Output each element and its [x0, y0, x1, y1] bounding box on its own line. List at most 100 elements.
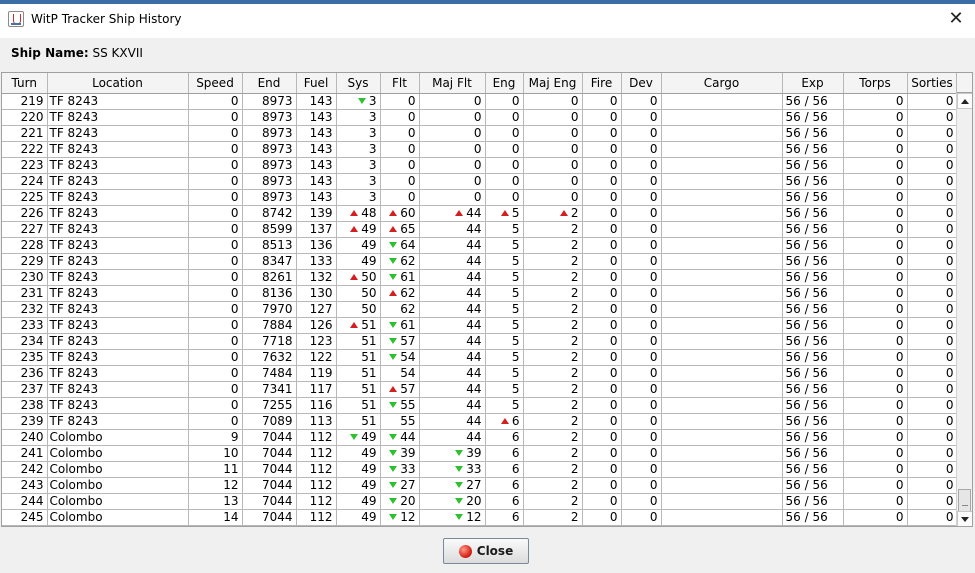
cell-value: 51 — [361, 397, 377, 412]
cell-fire: 0 — [582, 269, 622, 286]
table-row[interactable]: 235 TF 8243 0 7632 122 51 54 44 5 2 0 0 56 / 56 0 0 — [2, 349, 958, 366]
column-header-exp[interactable]: Exp — [782, 73, 844, 94]
cell-exp: 56 / 56 — [782, 509, 844, 526]
cell-torps: 0 — [843, 189, 908, 206]
close-button[interactable]: Close — [443, 538, 529, 564]
cell-value: 112 — [309, 445, 333, 460]
cell-fuel: 139 — [296, 205, 337, 222]
cell-sorties: 0 — [907, 141, 958, 158]
cell-location: TF 8243 — [47, 125, 189, 142]
table-row[interactable]: 241 Colombo 10 7044 112 49 39 39 6 2 0 0 56 / 56 0 0 — [2, 445, 958, 462]
cell-cargo — [661, 221, 783, 238]
table-row[interactable]: 231 TF 8243 0 8136 130 50 62 44 5 2 0 0 56 / 56 0 0 — [2, 285, 958, 302]
cell-value: 0 — [945, 381, 954, 396]
table-row[interactable]: 227 TF 8243 0 8599 137 49 65 44 5 2 0 0 56 / 56 0 0 — [2, 221, 958, 238]
table-row[interactable]: 223 TF 8243 0 8973 143 3 0 0 0 0 0 0 56 / 56 0 0 — [2, 157, 958, 174]
column-header-end[interactable]: End — [242, 73, 297, 94]
ship-history-table-container[interactable]: Turn Location Speed End Fuel Sys Flt Maj Flt Eng… — [1, 72, 973, 527]
column-header-sorties[interactable]: Sorties — [907, 73, 958, 94]
cell-value: 0 — [945, 477, 954, 492]
column-header-dev[interactable]: Dev — [621, 73, 662, 94]
table-row[interactable]: 224 TF 8243 0 8973 143 3 0 0 0 0 0 0 56 / 56 0 0 — [2, 173, 958, 190]
cell-sorties: 0 — [907, 349, 958, 366]
cell-turn: 237 — [2, 381, 48, 398]
cell-value: 49 — [361, 253, 377, 268]
cell-eng: 5 — [485, 237, 524, 254]
cell-value: 56 / 56 — [785, 429, 828, 444]
cell-speed: 0 — [188, 269, 243, 286]
table-row[interactable]: 220 TF 8243 0 8973 143 3 0 0 0 0 0 0 56 / 56 0 0 — [2, 109, 958, 126]
table-row[interactable]: 242 Colombo 11 7044 112 49 33 33 6 2 0 0 56 / 56 0 0 — [2, 461, 958, 478]
cell-dev: 0 — [621, 189, 662, 206]
table-row[interactable]: 243 Colombo 12 7044 112 49 27 27 6 2 0 0 56 / 56 0 0 — [2, 477, 958, 494]
column-header-fuel[interactable]: Fuel — [296, 73, 337, 94]
cell-value: 0 — [945, 509, 954, 524]
column-header-speed[interactable]: Speed — [188, 73, 243, 94]
cell-value: Colombo — [49, 461, 103, 476]
column-header-torps[interactable]: Torps — [843, 73, 908, 94]
cell-cargo — [661, 349, 783, 366]
table-row[interactable]: 233 TF 8243 0 7884 126 51 61 44 5 2 0 0 56 / 56 0 0 — [2, 317, 958, 334]
vertical-scrollbar[interactable] — [956, 93, 972, 526]
cell-torps: 0 — [843, 221, 908, 238]
table-row[interactable]: 229 TF 8243 0 8347 133 49 62 44 5 2 0 0 56 / 56 0 0 — [2, 253, 958, 270]
cell-value: 6 — [511, 445, 520, 460]
cell-fuel: 143 — [296, 173, 337, 190]
cell-value: 6 — [511, 509, 520, 524]
table-row[interactable]: 230 TF 8243 0 8261 132 50 61 44 5 2 0 0 56 / 56 0 0 — [2, 269, 958, 286]
cell-value: 0 — [230, 301, 239, 316]
column-header-eng[interactable]: Eng — [485, 73, 524, 94]
cell-value: 8261 — [261, 269, 293, 284]
table-row[interactable]: 234 TF 8243 0 7718 123 51 57 44 5 2 0 0 56 / 56 0 0 — [2, 333, 958, 350]
column-header-sys[interactable]: Sys — [336, 73, 381, 94]
cell-value: 14 — [223, 509, 239, 524]
cell-value: 2 — [570, 413, 579, 428]
table-row[interactable]: 222 TF 8243 0 8973 143 3 0 0 0 0 0 0 56 / 56 0 0 — [2, 141, 958, 158]
cell-value: 0 — [511, 157, 520, 172]
column-header-flt[interactable]: Flt — [380, 73, 420, 94]
cell-value: 0 — [895, 93, 904, 108]
cell-sorties: 0 — [907, 173, 958, 190]
table-row[interactable]: 237 TF 8243 0 7341 117 51 57 44 5 2 0 0 56 / 56 0 0 — [2, 381, 958, 398]
table-row[interactable]: 219 TF 8243 0 8973 143 3 0 0 0 0 0 0 56 / 56 0 0 — [2, 93, 958, 110]
column-header-maj-flt[interactable]: Maj Flt — [419, 73, 486, 94]
column-header-maj-eng[interactable]: Maj Eng — [523, 73, 583, 94]
cell-maj-flt: 0 — [419, 93, 486, 110]
table-row[interactable]: 236 TF 8243 0 7484 119 51 54 44 5 2 0 0 56 / 56 0 0 — [2, 365, 958, 382]
cell-value: 0 — [945, 301, 954, 316]
table-row[interactable]: 238 TF 8243 0 7255 116 51 55 44 5 2 0 0 56 / 56 0 0 — [2, 397, 958, 414]
cell-torps: 0 — [843, 509, 908, 526]
cell-maj-flt: 44 — [419, 285, 486, 302]
table-row[interactable]: 239 TF 8243 0 7089 113 51 55 44 6 2 0 0 56 / 56 0 0 — [2, 413, 958, 430]
table-row[interactable]: 245 Colombo 14 7044 112 49 12 12 6 2 0 0 56 / 56 0 0 — [2, 509, 958, 526]
column-header-fire[interactable]: Fire — [582, 73, 622, 94]
table-row[interactable]: 228 TF 8243 0 8513 136 49 64 44 5 2 0 0 56 / 56 0 0 — [2, 237, 958, 254]
trend-down-icon — [389, 273, 398, 280]
cell-fuel: 126 — [296, 317, 337, 334]
scroll-up-icon[interactable] — [957, 93, 972, 109]
cell-speed: 0 — [188, 413, 243, 430]
cell-value: 8136 — [261, 285, 293, 300]
cell-value: 44 — [466, 285, 482, 300]
cell-location: TF 8243 — [47, 253, 189, 270]
cell-sys: 3 — [336, 189, 381, 206]
table-row[interactable]: 225 TF 8243 0 8973 143 3 0 0 0 0 0 0 56 / 56 0 0 — [2, 189, 958, 206]
column-header-location[interactable]: Location — [47, 73, 189, 94]
column-header-turn[interactable]: Turn — [2, 73, 48, 94]
table-row[interactable]: 226 TF 8243 0 8742 139 48 60 44 5 2 0 0 56 / 56 0 0 — [2, 205, 958, 222]
cell-value: 143 — [309, 141, 333, 156]
table-row[interactable]: 240 Colombo 9 7044 112 49 44 44 6 2 0 0 56 / 56 0 0 — [2, 429, 958, 446]
cell-value: 143 — [309, 189, 333, 204]
table-row[interactable]: 221 TF 8243 0 8973 143 3 0 0 0 0 0 0 56 / 56 0 0 — [2, 125, 958, 142]
window-close-icon[interactable]: ✕ — [945, 8, 967, 30]
column-header-cargo[interactable]: Cargo — [661, 73, 783, 94]
table-row[interactable]: 244 Colombo 13 7044 112 49 20 20 6 2 0 0 56 / 56 0 0 — [2, 493, 958, 510]
cell-fire: 0 — [582, 301, 622, 318]
scroll-down-icon[interactable] — [957, 511, 972, 526]
table-row[interactable]: 232 TF 8243 0 7970 127 50 62 44 5 2 0 0 56 / 56 0 0 — [2, 301, 958, 318]
cell-maj-flt: 0 — [419, 173, 486, 190]
cell-maj-eng: 2 — [523, 349, 583, 366]
cell-value: 0 — [609, 301, 618, 316]
cell-eng: 0 — [485, 109, 524, 126]
cell-exp: 56 / 56 — [782, 189, 844, 206]
